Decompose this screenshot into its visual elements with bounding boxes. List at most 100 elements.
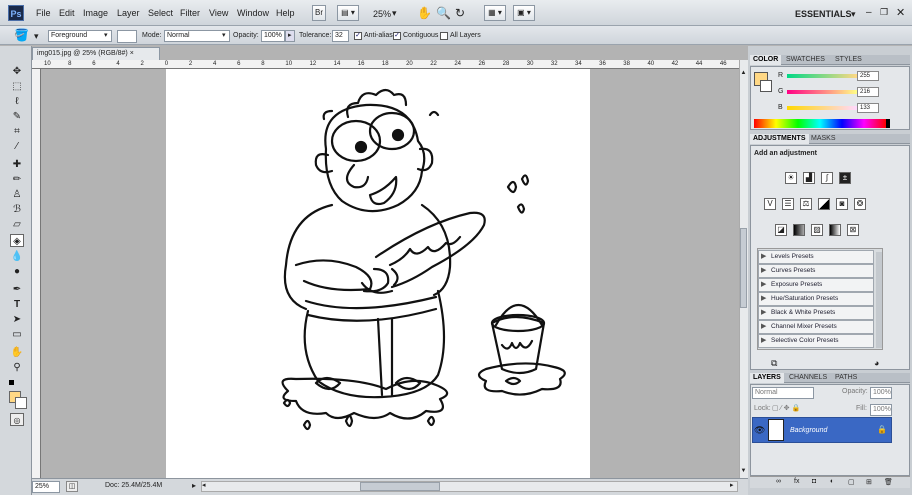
link-layers-icon[interactable]: ∞ bbox=[776, 478, 781, 485]
preset-levels[interactable]: Levels Presets bbox=[758, 250, 874, 264]
spectrum-black[interactable] bbox=[886, 119, 890, 128]
eraser-tool-icon[interactable]: ▱ bbox=[10, 218, 24, 231]
preset-hue-saturation[interactable]: Hue/Saturation Presets bbox=[758, 292, 874, 306]
blur-tool-icon[interactable]: 💧 bbox=[10, 250, 24, 263]
tab-channels[interactable]: CHANNELS bbox=[786, 373, 830, 383]
color-spectrum-bar[interactable] bbox=[754, 119, 886, 128]
menu-file[interactable]: File bbox=[36, 8, 51, 18]
background-color-swatch[interactable] bbox=[15, 397, 27, 409]
scroll-left-icon[interactable]: ◂ bbox=[202, 481, 206, 489]
menu-select[interactable]: Select bbox=[148, 8, 173, 18]
posterize-icon[interactable] bbox=[793, 224, 805, 236]
menu-window[interactable]: Window bbox=[237, 8, 269, 18]
lock-icons[interactable]: ▢ ⁄ ✥ 🔒 bbox=[772, 404, 800, 412]
gradient-map-icon[interactable] bbox=[829, 224, 841, 236]
b-slider[interactable] bbox=[787, 106, 857, 110]
preset-curves[interactable]: Curves Presets bbox=[758, 264, 874, 278]
fill-source-select[interactable]: Foreground bbox=[48, 30, 112, 42]
rotate-view-icon[interactable]: ↻ bbox=[455, 6, 465, 20]
layer-opacity-input[interactable]: 100% bbox=[870, 387, 892, 399]
history-brush-tool-icon[interactable]: ℬ bbox=[10, 203, 24, 216]
g-value-input[interactable]: 216 bbox=[857, 87, 879, 97]
tool-preset-dropdown-icon[interactable]: ▾ bbox=[34, 31, 39, 42]
menu-help[interactable]: Help bbox=[276, 8, 295, 18]
shape-tool-icon[interactable]: ▭ bbox=[10, 328, 24, 341]
tab-color[interactable]: COLOR bbox=[750, 55, 782, 65]
workspace-switcher[interactable]: ESSENTIALS bbox=[795, 9, 852, 19]
r-slider[interactable] bbox=[787, 74, 857, 78]
layer-style-icon[interactable]: fx bbox=[794, 478, 799, 485]
restore-icon[interactable]: ❐ bbox=[880, 7, 888, 18]
opacity-slider-icon[interactable]: ▸ bbox=[285, 30, 295, 42]
healing-brush-tool-icon[interactable]: ✚ bbox=[10, 158, 24, 171]
mini-bridge-icon[interactable]: ▤ ▾ bbox=[337, 5, 359, 21]
screen-mode-icon[interactable]: ▣ ▾ bbox=[513, 5, 535, 21]
type-tool-icon[interactable]: T bbox=[10, 298, 24, 311]
preset-channel-mixer[interactable]: Channel Mixer Presets bbox=[758, 320, 874, 334]
g-slider[interactable] bbox=[787, 90, 857, 94]
move-tool-icon[interactable]: ✥ bbox=[10, 65, 24, 78]
b-value-input[interactable]: 133 bbox=[857, 103, 879, 113]
reset-adjustment-icon[interactable]: ◕ bbox=[874, 358, 879, 368]
path-selection-tool-icon[interactable]: ➤ bbox=[10, 313, 24, 326]
antialias-checkbox[interactable]: ✓ bbox=[354, 32, 362, 40]
marquee-tool-icon[interactable]: ⬚ bbox=[10, 80, 24, 93]
menu-view[interactable]: View bbox=[209, 8, 228, 18]
layer-mask-icon[interactable]: ◘ bbox=[812, 478, 816, 485]
menu-filter[interactable]: Filter bbox=[180, 8, 200, 18]
presets-scrollbar[interactable] bbox=[876, 252, 882, 348]
minimize-icon[interactable]: – bbox=[866, 7, 872, 18]
document-canvas[interactable] bbox=[166, 69, 590, 478]
tab-masks[interactable]: MASKS bbox=[808, 134, 839, 144]
photo-filter-icon[interactable]: ◙ bbox=[836, 198, 848, 210]
blend-mode-select[interactable]: Normal bbox=[752, 387, 814, 399]
close-document-icon[interactable]: × bbox=[130, 50, 134, 57]
invert-icon[interactable]: ◪ bbox=[775, 224, 787, 236]
crop-tool-icon[interactable]: ⌗ bbox=[10, 125, 24, 138]
tab-swatches[interactable]: SWATCHES bbox=[783, 55, 828, 65]
new-group-icon[interactable]: ▢ bbox=[848, 478, 855, 486]
scroll-down-icon[interactable]: ▼ bbox=[740, 468, 747, 475]
status-menu-icon[interactable]: ▸ bbox=[192, 481, 196, 490]
quick-select-tool-icon[interactable]: ✎ bbox=[10, 110, 24, 123]
vibrance-icon[interactable]: V bbox=[764, 198, 776, 210]
default-colors-icon[interactable] bbox=[9, 380, 14, 385]
pen-tool-icon[interactable]: ✒ bbox=[10, 283, 24, 296]
fill-source-chevron-icon[interactable]: ▾ bbox=[104, 31, 108, 39]
status-info-icon[interactable]: ◫ bbox=[66, 481, 78, 492]
preset-selective-color[interactable]: Selective Color Presets bbox=[758, 334, 874, 348]
color-panel-background-swatch[interactable] bbox=[760, 80, 772, 92]
paint-bucket-preset-icon[interactable]: 🪣 bbox=[14, 28, 29, 42]
delete-layer-icon[interactable]: 🗑 bbox=[884, 478, 893, 486]
tab-adjustments[interactable]: ADJUSTMENTS bbox=[750, 134, 809, 144]
menu-edit[interactable]: Edit bbox=[59, 8, 75, 18]
scroll-up-icon[interactable]: ▲ bbox=[740, 70, 747, 77]
hand-tool-panel-icon[interactable]: ✋ bbox=[10, 346, 24, 359]
color-balance-icon[interactable]: ⚖ bbox=[800, 198, 812, 210]
all-layers-checkbox[interactable] bbox=[440, 32, 448, 40]
tolerance-input[interactable]: 32 bbox=[332, 30, 349, 42]
hue-saturation-icon[interactable]: ☰ bbox=[782, 198, 794, 210]
quick-mask-icon[interactable]: ◎ bbox=[10, 413, 24, 426]
clone-stamp-tool-icon[interactable]: ♙ bbox=[10, 188, 24, 201]
fill-input[interactable]: 100% bbox=[870, 404, 892, 416]
threshold-icon[interactable]: ▨ bbox=[811, 224, 823, 236]
black-white-icon[interactable] bbox=[818, 198, 830, 210]
channel-mixer-icon[interactable]: ❂ bbox=[854, 198, 866, 210]
dodge-tool-icon[interactable]: ● bbox=[10, 265, 24, 278]
tab-styles[interactable]: STYLES bbox=[832, 55, 865, 65]
selective-color-icon[interactable]: ⊠ bbox=[847, 224, 859, 236]
mode-chevron-icon[interactable]: ▾ bbox=[222, 31, 226, 39]
levels-icon[interactable]: ▟ bbox=[803, 172, 815, 184]
workspace-dropdown-icon[interactable]: ▾ bbox=[851, 9, 856, 20]
scroll-right-icon[interactable]: ▸ bbox=[730, 481, 734, 489]
layer-name[interactable]: Background bbox=[790, 427, 827, 434]
pattern-picker[interactable] bbox=[117, 30, 137, 43]
preset-black-white[interactable]: Black & White Presets bbox=[758, 306, 874, 320]
hand-tool-icon[interactable]: ✋ bbox=[417, 6, 432, 20]
tab-paths[interactable]: PATHS bbox=[832, 373, 860, 383]
clip-to-layer-icon[interactable]: ⧉ bbox=[771, 358, 777, 369]
lasso-tool-icon[interactable]: ℓ bbox=[10, 95, 24, 108]
arrange-documents-icon[interactable]: ▦ ▾ bbox=[484, 5, 506, 21]
contiguous-checkbox[interactable]: ✓ bbox=[393, 32, 401, 40]
